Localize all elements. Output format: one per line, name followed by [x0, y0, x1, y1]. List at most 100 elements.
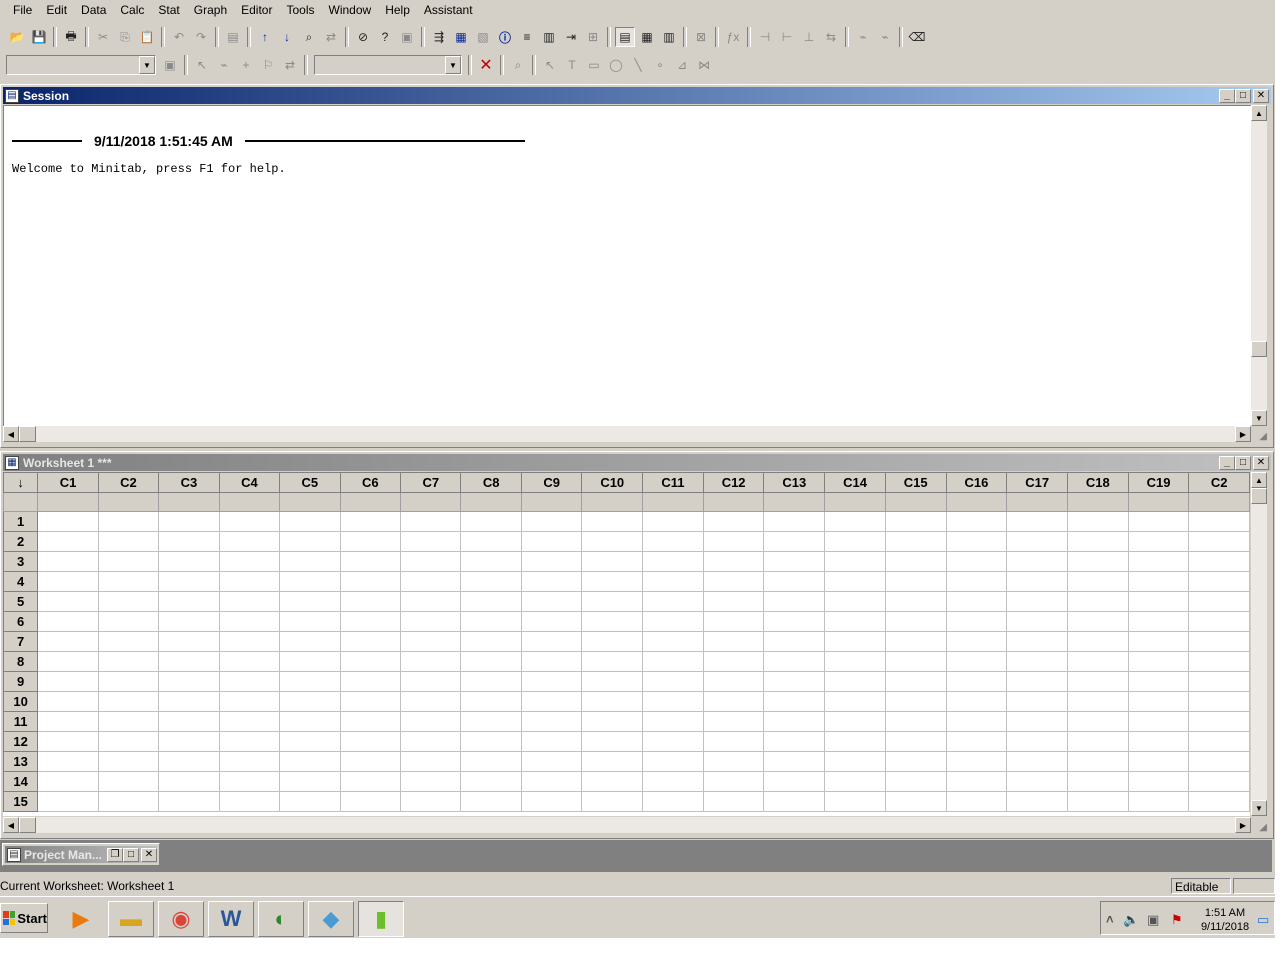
brush-icon[interactable]: ⌁ — [853, 27, 873, 47]
data-cell[interactable] — [520, 791, 583, 812]
insert-cells-icon[interactable]: ⊣ — [755, 27, 775, 47]
data-cell[interactable] — [763, 571, 826, 592]
data-cell[interactable] — [642, 511, 704, 532]
eraser-icon[interactable]: ⌫ — [907, 27, 927, 47]
data-cell[interactable] — [279, 651, 341, 672]
data-cell[interactable] — [702, 531, 765, 552]
data-cell[interactable] — [97, 711, 160, 732]
scroll-thumb[interactable] — [1251, 488, 1267, 504]
menu-data[interactable]: Data — [74, 0, 113, 20]
data-cell[interactable] — [37, 531, 99, 552]
undo-icon[interactable]: ↶ — [169, 27, 189, 47]
data-cell[interactable] — [884, 611, 947, 632]
data-cell[interactable] — [702, 691, 765, 712]
data-cell[interactable] — [97, 651, 160, 672]
data-cell[interactable] — [642, 631, 704, 652]
notepad-icon[interactable]: ◆ — [308, 901, 354, 937]
data-cell[interactable] — [642, 711, 704, 732]
data-cell[interactable] — [1127, 591, 1190, 612]
data-cell[interactable] — [339, 771, 402, 792]
data-cell[interactable] — [460, 731, 522, 752]
data-cell[interactable] — [945, 591, 1008, 612]
data-cell[interactable] — [824, 791, 886, 812]
data-cell[interactable] — [884, 691, 947, 712]
data-cell[interactable] — [1066, 531, 1129, 552]
data-cell[interactable] — [1188, 711, 1250, 732]
scroll-thumb[interactable] — [1251, 341, 1267, 357]
column-name-cell[interactable] — [1066, 492, 1129, 512]
save-icon[interactable]: 💾 — [29, 27, 49, 47]
data-cell[interactable] — [520, 551, 583, 572]
data-cell[interactable] — [400, 751, 462, 772]
data-cell[interactable] — [460, 571, 522, 592]
data-cell[interactable] — [520, 771, 583, 792]
show-hidden-icons-icon[interactable]: ˄ — [1106, 912, 1114, 927]
data-cell[interactable] — [97, 751, 160, 772]
data-cell[interactable] — [763, 771, 826, 792]
data-cell[interactable] — [158, 591, 220, 612]
data-cell[interactable] — [945, 631, 1008, 652]
data-cell[interactable] — [1006, 691, 1068, 712]
data-cell[interactable] — [1188, 571, 1250, 592]
data-cell[interactable] — [1006, 591, 1068, 612]
minimize-icon[interactable]: _ — [1219, 88, 1235, 103]
data-cell[interactable] — [279, 671, 341, 692]
data-cell[interactable] — [520, 531, 583, 552]
delete-icon[interactable]: ✕ — [476, 55, 496, 75]
data-cell[interactable] — [97, 631, 160, 652]
scroll-thumb[interactable] — [19, 817, 36, 833]
annotation-select-icon[interactable]: ↖ — [540, 55, 560, 75]
scroll-thumb[interactable] — [19, 426, 36, 442]
data-cell[interactable] — [763, 651, 826, 672]
data-cell[interactable] — [37, 591, 99, 612]
session-output[interactable]: 9/11/2018 1:51:45 AM Welcome to Minitab,… — [3, 105, 1252, 428]
data-cell[interactable] — [339, 591, 402, 612]
data-cell[interactable] — [218, 751, 281, 772]
data-cell[interactable] — [97, 771, 160, 792]
data-cell[interactable] — [339, 571, 402, 592]
data-cell[interactable] — [460, 591, 522, 612]
copy-icon[interactable]: ⎘ — [115, 27, 135, 47]
graph-element-select[interactable]: ▼ — [6, 55, 156, 75]
info-icon[interactable]: ⓘ — [495, 27, 515, 47]
session-window-icon[interactable]: ⇶ — [429, 27, 449, 47]
project-manager-titlebar[interactable]: ▤ Project Man... ❐ □ ✕ — [5, 846, 157, 863]
data-cell[interactable] — [702, 731, 765, 752]
crosshair-icon[interactable]: + — [236, 55, 256, 75]
minitab-icon[interactable]: ▮ — [358, 901, 404, 937]
related-docs-icon[interactable]: ⇥ — [561, 27, 581, 47]
data-cell[interactable] — [1127, 511, 1190, 532]
data-cell[interactable] — [702, 511, 765, 532]
column-header[interactable]: C17 — [1006, 472, 1068, 493]
data-cell[interactable] — [1066, 691, 1129, 712]
data-cell[interactable] — [37, 731, 99, 752]
data-cell[interactable] — [1066, 731, 1129, 752]
data-cell[interactable] — [702, 551, 765, 572]
data-cell[interactable] — [279, 611, 341, 632]
row-header[interactable]: 8 — [3, 651, 39, 672]
scroll-down-icon[interactable]: ▼ — [1251, 410, 1267, 426]
data-cell[interactable] — [581, 671, 644, 692]
data-cell[interactable] — [945, 731, 1008, 752]
data-cell[interactable] — [1127, 631, 1190, 652]
data-cell[interactable] — [460, 771, 522, 792]
data-cell[interactable] — [37, 571, 99, 592]
data-cell[interactable] — [642, 671, 704, 692]
word-icon[interactable]: W — [208, 901, 254, 937]
data-cell[interactable] — [1188, 651, 1250, 672]
data-cell[interactable] — [520, 671, 583, 692]
ellipse-tool-icon[interactable]: ◯ — [606, 55, 626, 75]
data-cell[interactable] — [1066, 571, 1129, 592]
start-button[interactable]: Start — [0, 903, 48, 933]
column-name-cell[interactable] — [520, 492, 583, 512]
data-cell[interactable] — [1066, 671, 1129, 692]
data-cell[interactable] — [1066, 631, 1129, 652]
column-name-cell[interactable] — [581, 492, 644, 512]
column-name-cell[interactable] — [702, 492, 765, 512]
worksheets-icon[interactable]: ▦ — [451, 27, 471, 47]
data-cell[interactable] — [1066, 771, 1129, 792]
zoom-icon[interactable]: ⌕ — [508, 55, 528, 75]
volume-icon[interactable]: 🔈 — [1123, 912, 1139, 928]
data-cell[interactable] — [581, 591, 644, 612]
column-header[interactable]: C12 — [702, 472, 765, 493]
